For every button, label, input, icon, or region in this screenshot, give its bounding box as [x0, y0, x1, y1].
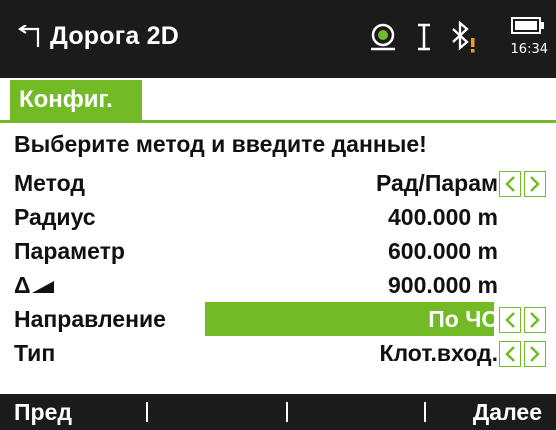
tab-underline — [0, 120, 556, 123]
chevron-right-icon[interactable] — [524, 341, 546, 367]
target-prism-icon — [368, 22, 398, 57]
row-direction[interactable]: Направление По ЧС — [0, 302, 556, 336]
text-cursor-icon — [416, 22, 432, 57]
type-value[interactable]: Клот.вход. — [379, 340, 498, 367]
delta-label: Δ — [14, 272, 56, 299]
direction-label: Направление — [14, 306, 166, 332]
app-title: Дорога 2D — [50, 22, 179, 50]
type-arrows — [499, 341, 546, 367]
parameter-value[interactable]: 600.000 m — [388, 238, 498, 265]
slope-wedge-icon — [31, 281, 54, 293]
chevron-left-icon[interactable] — [499, 307, 521, 333]
row-delta[interactable]: Δ 900.000 m — [0, 268, 556, 302]
status-icons: 16:34 — [368, 14, 548, 64]
instruction-text: Выберите метод и введите данные! — [14, 131, 427, 157]
clock-time: 16:34 — [510, 42, 548, 57]
method-label: Метод — [14, 170, 85, 196]
row-radius[interactable]: Радиус 400.000 m — [0, 200, 556, 234]
chevron-right-icon[interactable] — [524, 171, 546, 197]
row-parameter[interactable]: Параметр 600.000 m — [0, 234, 556, 268]
method-arrows — [499, 171, 546, 197]
direction-value[interactable]: По ЧС — [428, 306, 498, 333]
tab-config[interactable]: Конфиг. — [10, 80, 142, 120]
radius-value[interactable]: 400.000 m — [388, 204, 498, 231]
method-value[interactable]: Рад/Парам — [376, 170, 498, 197]
title-bar: Дорога 2D 16:34 — [0, 0, 556, 78]
direction-arrows — [499, 307, 546, 333]
radius-label: Радиус — [14, 204, 96, 230]
chevron-left-icon[interactable] — [499, 341, 521, 367]
chevron-right-icon[interactable] — [524, 307, 546, 333]
next-button[interactable]: Далее — [473, 394, 542, 430]
prev-button[interactable]: Пред — [14, 394, 72, 430]
delta-symbol: Δ — [14, 272, 31, 298]
row-type[interactable]: Тип Клот.вход. — [0, 336, 556, 370]
type-label: Тип — [14, 340, 56, 366]
parameter-label: Параметр — [14, 238, 125, 264]
softkey-divider — [424, 402, 426, 422]
chevron-left-icon[interactable] — [499, 171, 521, 197]
bluetooth-warning-icon — [450, 19, 478, 59]
softkey-bar: Пред Далее — [0, 394, 556, 430]
row-method[interactable]: Метод Рад/Парам — [0, 166, 556, 200]
battery-icon: 16:34 — [496, 15, 548, 63]
delta-value[interactable]: 900.000 m — [388, 272, 498, 299]
return-arrow-icon[interactable] — [18, 23, 40, 49]
softkey-divider — [286, 402, 288, 422]
softkey-divider — [146, 402, 148, 422]
